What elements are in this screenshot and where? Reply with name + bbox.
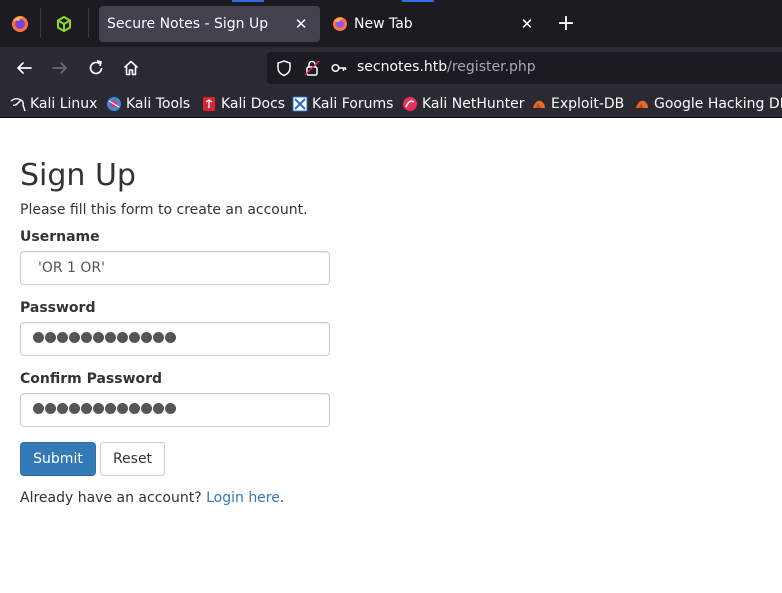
password-mask-dot [45, 332, 56, 343]
password-mask-dot [33, 332, 44, 343]
password-mask-dot [129, 332, 140, 343]
bookmark-label: Kali NetHunter [422, 96, 525, 112]
login-link[interactable]: Login here [206, 490, 280, 506]
kali-docs-icon [201, 96, 217, 112]
bookmark-label: Kali Forums [312, 96, 394, 112]
username-input[interactable]: 'OR 1 OR' [20, 251, 330, 285]
username-label: Username [20, 229, 100, 245]
bookmark-kali-forums[interactable]: Kali Forums [292, 94, 393, 114]
back-arrow-icon[interactable] [12, 56, 36, 80]
login-prompt: Already have an account? Login here. [20, 490, 284, 506]
tab-indicator [402, 0, 434, 2]
bookmark-label: Kali Linux [30, 96, 98, 112]
bookmarks-toolbar: Kali Linux Kali Tools Kali Docs Kali For… [0, 89, 782, 118]
tab-title: New Tab [354, 16, 413, 32]
password-mask-dot [105, 332, 116, 343]
url-text[interactable]: secnotes.htb/register.php [357, 59, 536, 75]
password-mask-dot [93, 403, 104, 414]
password-mask-dot [153, 332, 164, 343]
bookmark-exploit-db[interactable]: Exploit-DB [531, 94, 624, 114]
form-description: Please fill this form to create an accou… [20, 202, 308, 218]
password-mask-dot [81, 403, 92, 414]
password-mask-dot [141, 332, 152, 343]
url-path: /register.php [447, 59, 536, 75]
kali-tools-icon [106, 96, 122, 112]
tab-close-icon[interactable]: ✕ [292, 15, 310, 33]
password-mask-dot [93, 332, 104, 343]
extension-cube-icon[interactable] [52, 12, 76, 36]
password-label: Password [20, 300, 96, 316]
password-mask-dot [105, 403, 116, 414]
shield-icon[interactable] [275, 59, 293, 77]
confirm-password-label: Confirm Password [20, 371, 163, 387]
bookmark-kali-tools[interactable]: Kali Tools [106, 94, 190, 114]
password-mask-dot [117, 403, 128, 414]
login-prompt-text: Already have an account? [20, 490, 202, 506]
bookmark-label: Kali Docs [221, 96, 286, 112]
password-mask-dot [57, 403, 68, 414]
page-title: Sign Up [20, 158, 136, 193]
password-mask-dot [33, 403, 44, 414]
bookmark-label: Exploit-DB [551, 96, 625, 112]
new-tab-button[interactable]: + [555, 13, 577, 35]
tab-title: Secure Notes - Sign Up [107, 16, 269, 32]
firefox-menu-icon[interactable] [8, 12, 32, 36]
url-host: secnotes.htb [357, 59, 448, 75]
tab-secure-notes[interactable]: Secure Notes - Sign Up ✕ [99, 6, 320, 42]
password-mask-dot [57, 332, 68, 343]
key-icon[interactable] [330, 59, 348, 77]
bookmark-kali-nethunter[interactable]: Kali NetHunter [402, 94, 524, 114]
reset-button[interactable]: Reset [100, 442, 165, 476]
password-mask-dot [69, 403, 80, 414]
password-mask-dot [165, 332, 176, 343]
tab-close-icon[interactable]: ✕ [518, 15, 536, 33]
tab-new-tab[interactable]: New Tab ✕ [322, 6, 546, 42]
page-content: Sign Up Please fill this form to create … [0, 118, 782, 593]
forward-arrow-icon[interactable] [48, 56, 72, 80]
insecure-lock-icon[interactable] [303, 59, 321, 77]
login-prompt-period: . [279, 490, 285, 506]
toolbar-divider [40, 8, 41, 38]
url-bar[interactable]: secnotes.htb/register.php [267, 52, 782, 84]
submit-button[interactable]: Submit [20, 442, 96, 476]
password-mask-dot [117, 332, 128, 343]
password-mask-dot [45, 403, 56, 414]
password-mask-dot [165, 403, 176, 414]
reload-icon[interactable] [84, 56, 108, 80]
password-input[interactable] [20, 322, 330, 356]
bookmark-kali-docs[interactable]: Kali Docs [201, 94, 285, 114]
bookmark-kali-linux[interactable]: Kali Linux [10, 94, 97, 114]
tab-indicator [232, 0, 264, 2]
password-mask-dot [129, 403, 140, 414]
kali-dragon-icon [10, 96, 26, 112]
google-hacking-db-icon [634, 96, 650, 112]
kali-nethunter-icon [402, 96, 418, 112]
toolbar-divider [88, 8, 89, 38]
bookmark-google-hacking-db[interactable]: Google Hacking DB [634, 94, 782, 114]
bookmark-label: Google Hacking DB [654, 96, 782, 112]
exploit-db-icon [531, 96, 547, 112]
password-mask [33, 332, 176, 343]
navigation-toolbar: secnotes.htb/register.php [0, 47, 782, 89]
firefox-icon [332, 16, 348, 32]
kali-forums-icon [292, 96, 308, 112]
confirm-password-input[interactable] [20, 393, 330, 427]
home-icon[interactable] [119, 56, 143, 80]
tab-strip: Secure Notes - Sign Up ✕ New Tab ✕ + [0, 0, 782, 47]
password-mask [33, 403, 176, 414]
bookmark-label: Kali Tools [126, 96, 191, 112]
password-mask-dot [153, 403, 164, 414]
password-mask-dot [81, 332, 92, 343]
password-mask-dot [141, 403, 152, 414]
password-mask-dot [69, 332, 80, 343]
